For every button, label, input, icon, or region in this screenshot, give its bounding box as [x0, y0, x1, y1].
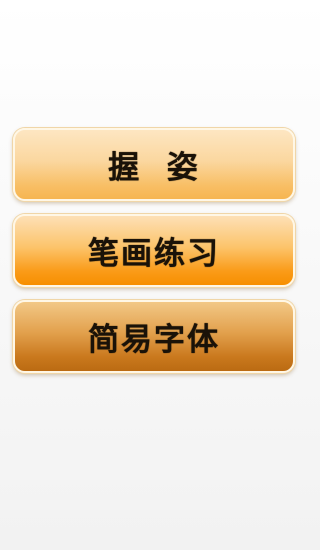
- stroke-practice-button[interactable]: 笔画练习: [13, 214, 295, 287]
- main-menu: 握 姿 笔画练习 简易字体: [13, 128, 295, 386]
- grip-posture-button[interactable]: 握 姿: [13, 128, 295, 201]
- simple-font-button[interactable]: 简易字体: [13, 300, 295, 373]
- simple-font-label: 简易字体: [88, 322, 220, 358]
- stroke-practice-label: 笔画练习: [88, 236, 220, 272]
- grip-posture-label: 握 姿: [108, 150, 200, 186]
